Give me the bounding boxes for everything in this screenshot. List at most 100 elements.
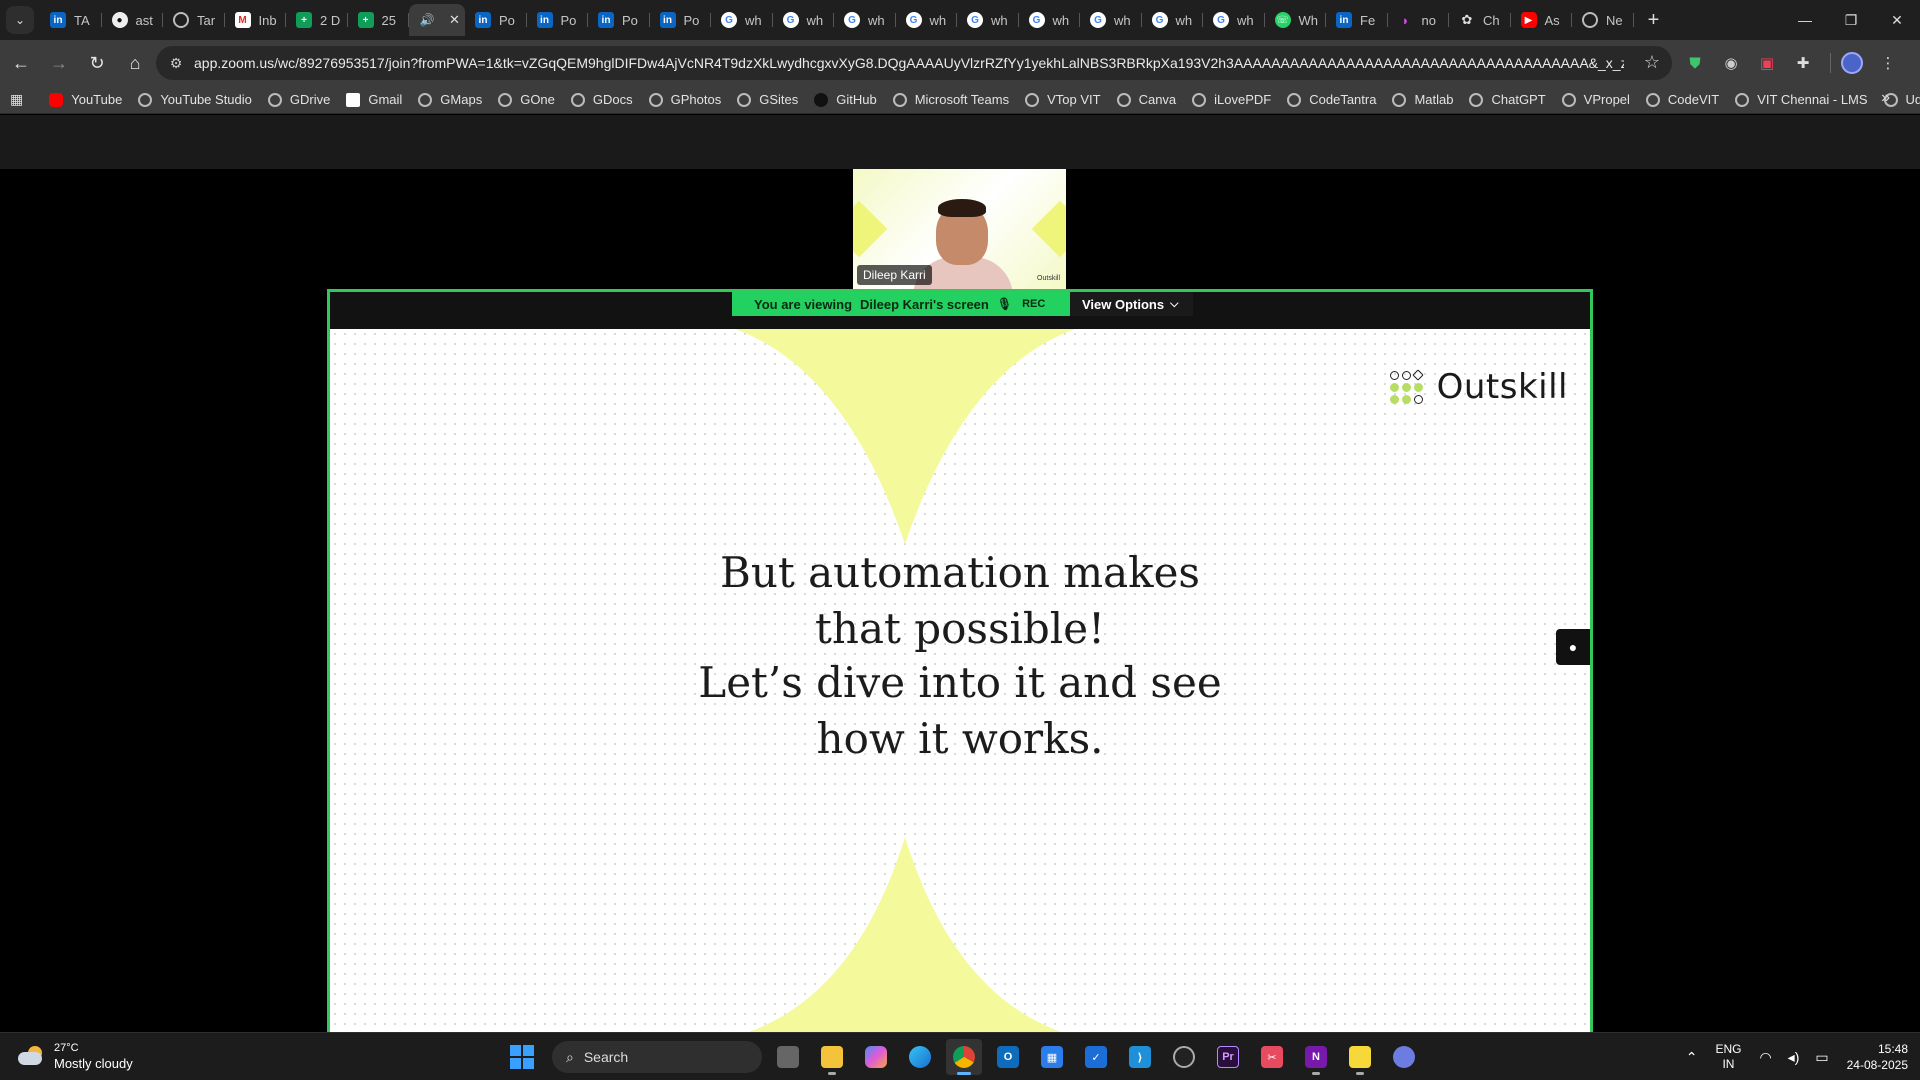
weather-widget[interactable]: 27°C Mostly cloudy xyxy=(16,1041,133,1071)
bookmark-item[interactable]: CodeTantra xyxy=(1279,87,1384,113)
bookmark-item[interactable]: VIT Chennai - LMS xyxy=(1727,87,1875,113)
premiere-pro-icon[interactable]: Pr xyxy=(1210,1039,1246,1075)
browser-tab[interactable]: Ne xyxy=(1572,4,1634,36)
audio-playing-icon[interactable]: 🔊 xyxy=(419,12,435,28)
browser-tab[interactable]: Gwh xyxy=(1019,4,1081,36)
browser-tab[interactable]: in Po xyxy=(650,4,712,36)
browser-tab[interactable]: in TA xyxy=(40,4,102,36)
browser-tab[interactable]: ▶ As xyxy=(1511,4,1573,36)
bookmark-item[interactable]: ChatGPT xyxy=(1461,87,1553,113)
edge-icon[interactable] xyxy=(902,1039,938,1075)
todo-icon[interactable]: ✓ xyxy=(1078,1039,1114,1075)
home-button[interactable]: ⌂ xyxy=(118,46,152,80)
browser-tab[interactable]: in Po xyxy=(588,4,650,36)
browser-tab[interactable]: M Inb xyxy=(225,4,287,36)
vscode-icon[interactable]: ⟩ xyxy=(1122,1039,1158,1075)
browser-tab[interactable]: Gwh xyxy=(834,4,896,36)
sticky-notes-icon[interactable] xyxy=(1342,1039,1378,1075)
copilot-icon[interactable] xyxy=(858,1039,894,1075)
speaker-video-thumbnail[interactable]: Dileep Karri Outskill xyxy=(853,169,1066,289)
browser-tab[interactable]: ☏ Wh xyxy=(1265,4,1327,36)
browser-tab[interactable]: ✿ Ch xyxy=(1449,4,1511,36)
bookmark-item[interactable]: Matlab xyxy=(1384,87,1461,113)
bookmark-item[interactable]: CodeVIT xyxy=(1638,87,1727,113)
chrome-icon[interactable] xyxy=(946,1039,982,1075)
browser-tab[interactable]: Gwh xyxy=(773,4,835,36)
reload-button[interactable]: ↻ xyxy=(80,46,114,80)
browser-tab[interactable]: Tar xyxy=(163,4,225,36)
puzzle-extensions-icon[interactable]: ✚ xyxy=(1788,48,1818,78)
tab-search-button[interactable]: ⌄ xyxy=(6,6,34,34)
bookmark-item[interactable]: VPropel xyxy=(1554,87,1638,113)
profile-avatar[interactable] xyxy=(1837,48,1867,78)
view-options-label: View Options xyxy=(1082,296,1165,312)
bookmark-item[interactable]: Microsoft Teams xyxy=(885,87,1017,113)
chevron-up-icon[interactable]: ⌃ xyxy=(1686,1049,1698,1066)
bookmarks-overflow-button[interactable]: » xyxy=(1881,89,1890,107)
language-indicator[interactable]: ENG IN xyxy=(1715,1042,1741,1072)
bookmarks-bar: ▦ YouTube YouTube Studio GDrive Gmail GMaps G… xyxy=(0,86,1920,114)
decorative-shape xyxy=(1031,200,1066,258)
browser-tab[interactable]: Gwh xyxy=(1142,4,1204,36)
bookmark-item[interactable]: GDocs xyxy=(563,87,641,113)
bookmark-item[interactable]: Canva xyxy=(1109,87,1185,113)
bookmark-item[interactable]: GPhotos xyxy=(641,87,730,113)
bookmark-item[interactable]: GDrive xyxy=(260,87,338,113)
browser-tab[interactable]: Gwh xyxy=(711,4,773,36)
close-tab-icon[interactable]: ✕ xyxy=(449,12,460,28)
browser-tab[interactable]: +25 xyxy=(348,4,410,36)
browser-tab[interactable]: Gwh xyxy=(1203,4,1265,36)
bookmark-item[interactable]: iLovePDF xyxy=(1184,87,1279,113)
url-text[interactable]: app.zoom.us/wc/89276953517/join?fromPWA=… xyxy=(194,55,1624,71)
browser-tab[interactable]: in Po xyxy=(465,4,527,36)
forward-button[interactable]: → xyxy=(42,46,76,80)
zoom-app-icon[interactable] xyxy=(1386,1039,1422,1075)
google-icon: G xyxy=(1151,12,1168,28)
speaker-icon[interactable]: ◂) xyxy=(1788,1049,1800,1066)
store-icon[interactable]: ▦ xyxy=(1034,1039,1070,1075)
wifi-icon[interactable]: ◠ xyxy=(1759,1049,1771,1066)
browser-tab[interactable]: ◗ no xyxy=(1388,4,1450,36)
task-view-icon[interactable] xyxy=(770,1039,806,1075)
browser-tab[interactable]: Gwh xyxy=(957,4,1019,36)
restore-button[interactable]: ❐ xyxy=(1828,0,1874,40)
browser-tab[interactable]: Gwh xyxy=(1080,4,1142,36)
camera-extension-icon[interactable]: ◉ xyxy=(1716,48,1746,78)
browser-menu-button[interactable]: ⋮ xyxy=(1873,48,1903,78)
browser-tab[interactable]: 🔊 ✕ xyxy=(409,4,465,36)
bookmark-item[interactable]: GitHub xyxy=(806,87,884,113)
browser-tab[interactable]: ● ast xyxy=(102,4,164,36)
outlook-icon[interactable]: O xyxy=(990,1039,1026,1075)
browser-tab[interactable]: +2 D xyxy=(286,4,348,36)
new-tab-button[interactable]: + xyxy=(1640,6,1668,34)
bookmark-item[interactable]: YouTube Studio xyxy=(130,87,260,113)
close-window-button[interactable]: ✕ xyxy=(1874,0,1920,40)
bookmark-star-icon[interactable]: ☆ xyxy=(1644,52,1660,73)
taskbar-search[interactable]: ⌕ Search xyxy=(552,1041,762,1073)
snipping-tool-icon[interactable]: ✂ xyxy=(1254,1039,1290,1075)
bookmark-item[interactable]: VTop VIT xyxy=(1017,87,1108,113)
address-bar[interactable]: ⚙ app.zoom.us/wc/89276953517/join?fromPW… xyxy=(156,46,1672,80)
bookmark-item[interactable]: GSites xyxy=(729,87,806,113)
bookmark-item[interactable]: Gmail xyxy=(338,87,410,113)
bookmark-item[interactable]: GMaps xyxy=(410,87,490,113)
obs-icon[interactable] xyxy=(1166,1039,1202,1075)
apps-grid-icon[interactable]: ▦ xyxy=(10,87,23,113)
back-button[interactable]: ← xyxy=(4,46,38,80)
shield-extension-icon[interactable]: ⛊ xyxy=(1680,48,1710,78)
pocket-extension-icon[interactable]: ▣ xyxy=(1752,48,1782,78)
clock[interactable]: 15:48 24-08-2025 xyxy=(1847,1041,1908,1073)
file-explorer-icon[interactable] xyxy=(814,1039,850,1075)
bookmark-item[interactable]: YouTube xyxy=(41,87,130,113)
onenote-icon[interactable]: N xyxy=(1298,1039,1334,1075)
battery-icon[interactable]: ▭ xyxy=(1815,1049,1828,1066)
browser-tab[interactable]: in Fe xyxy=(1326,4,1388,36)
browser-tab[interactable]: in Po xyxy=(527,4,589,36)
minimize-button[interactable]: — xyxy=(1782,0,1828,40)
view-options-button[interactable]: View Options ⌵ xyxy=(1070,292,1193,316)
site-info-icon[interactable]: ⚙ xyxy=(162,49,190,77)
browser-tab[interactable]: Gwh xyxy=(896,4,958,36)
start-button[interactable] xyxy=(504,1039,540,1075)
bookmark-item[interactable]: GOne xyxy=(490,87,563,113)
annotation-toggle-button[interactable]: ● xyxy=(1556,629,1590,665)
